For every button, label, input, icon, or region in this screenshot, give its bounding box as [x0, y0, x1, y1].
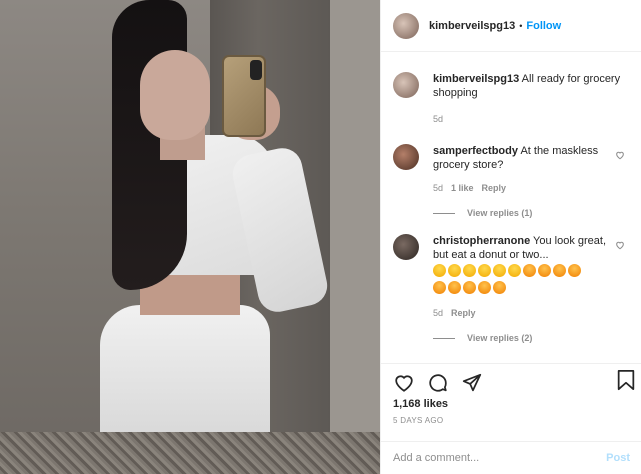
grinning-face-icon: [493, 264, 506, 277]
comment-age[interactable]: 5d: [433, 181, 443, 195]
heart-eyes-face-icon: [568, 264, 581, 277]
photo-background-wall: [330, 0, 380, 440]
follow-button[interactable]: Follow: [526, 20, 561, 32]
comment-icon[interactable]: [427, 372, 449, 394]
post-header: kimberveilspg13 • Follow: [381, 0, 641, 52]
add-comment-input[interactable]: [393, 452, 607, 464]
comment-avatar[interactable]: [393, 234, 419, 260]
bookmark-icon[interactable]: [616, 369, 636, 391]
comment-age[interactable]: 5d: [433, 306, 443, 320]
heart-eyes-face-icon: [523, 264, 536, 277]
replies-divider: [433, 212, 455, 214]
heart-eyes-face-icon: [478, 281, 491, 294]
comment-likes[interactable]: 1 like: [451, 181, 474, 195]
view-replies-button[interactable]: View replies (2): [433, 333, 626, 343]
view-replies-button[interactable]: View replies (1): [433, 208, 626, 218]
reply-button[interactable]: Reply: [482, 181, 507, 195]
heart-eyes-face-icon: [433, 281, 446, 294]
comment-emoji-row: [433, 264, 614, 279]
heart-icon[interactable]: [393, 372, 415, 394]
add-comment-bar: Post: [381, 441, 641, 474]
reply-button[interactable]: Reply: [451, 306, 476, 320]
post-comment-button[interactable]: Post: [606, 452, 630, 464]
replies-divider: [433, 337, 455, 339]
post-sidebar: kimberveilspg13 • Follow kimberveilspg13…: [380, 0, 641, 474]
caption-age[interactable]: 5d: [433, 112, 443, 126]
caption-avatar[interactable]: [393, 72, 419, 98]
comments-list[interactable]: kimberveilspg13 All ready for grocery sh…: [381, 53, 641, 363]
heart-eyes-face-icon: [553, 264, 566, 277]
comment-avatar[interactable]: [393, 144, 419, 170]
photo-subject-face: [140, 50, 210, 140]
separator-dot: •: [519, 20, 523, 31]
grinning-face-icon: [463, 264, 476, 277]
heart-eyes-face-icon: [538, 264, 551, 277]
grinning-face-icon: [508, 264, 521, 277]
comment-like-icon[interactable]: [614, 150, 626, 163]
likes-count[interactable]: 1,168 likes: [381, 398, 641, 410]
photo-phone-camera: [250, 60, 262, 80]
photo-subject-pants: [100, 305, 270, 445]
caption: kimberveilspg13 All ready for grocery sh…: [393, 72, 626, 126]
share-icon[interactable]: [461, 372, 483, 394]
view-replies-label: View replies (1): [467, 208, 533, 218]
comment-username[interactable]: christopherranone: [433, 235, 530, 247]
view-replies-label: View replies (2): [467, 333, 533, 343]
heart-eyes-face-icon: [448, 281, 461, 294]
heart-eyes-face-icon: [493, 281, 506, 294]
post-timestamp[interactable]: 5 DAYS AGO: [381, 416, 641, 425]
author-username[interactable]: kimberveilspg13: [429, 20, 515, 32]
post-actions: 1,168 likes 5 DAYS AGO Post: [381, 363, 641, 473]
post-photo[interactable]: [0, 0, 380, 474]
comment-item: samperfectbody At the maskless grocery s…: [393, 144, 626, 195]
comment-item: christopherranone You look great, but ea…: [393, 234, 626, 320]
caption-username[interactable]: kimberveilspg13: [433, 73, 519, 85]
photo-counter: [0, 432, 380, 474]
comment-emoji-row: [433, 281, 614, 296]
heart-eyes-face-icon: [463, 281, 476, 294]
grinning-face-icon: [448, 264, 461, 277]
author-avatar[interactable]: [393, 12, 419, 39]
grinning-face-icon: [433, 264, 446, 277]
comment-username[interactable]: samperfectbody: [433, 145, 518, 157]
comment-like-icon[interactable]: [614, 240, 626, 253]
grinning-face-icon: [478, 264, 491, 277]
